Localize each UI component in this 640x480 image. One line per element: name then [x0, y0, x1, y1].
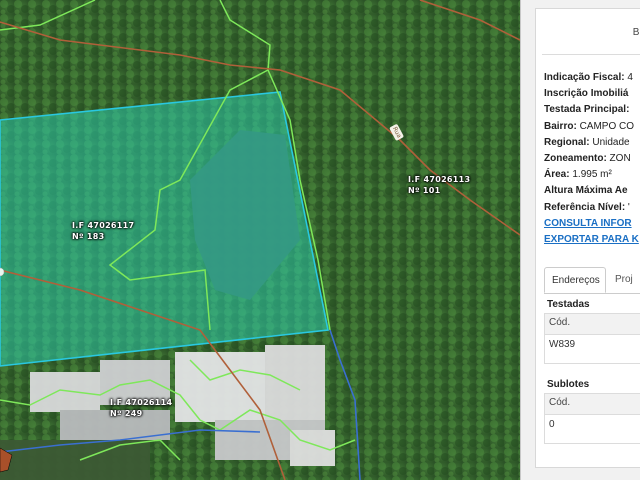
tab-enderecos[interactable]: Endereços: [544, 267, 606, 293]
lot-label-47026117: I.F 47026117 Nº 183: [72, 221, 135, 241]
field-inscricao-imobiliaria: Inscrição Imobiliá: [544, 88, 629, 100]
field-altura-maxima: Altura Máxima Ae: [544, 185, 628, 197]
testadas-section: Testadas Cód. W839: [544, 299, 640, 364]
panel-title: Bus: [632, 27, 640, 38]
field-zoneamento: Zoneamento: ZON: [544, 153, 631, 165]
sublotes-row[interactable]: 0: [545, 415, 640, 443]
testadas-row[interactable]: W839: [545, 335, 640, 363]
testadas-header-cod: Cód.: [545, 314, 640, 335]
sublotes-section: Sublotes Cód. 0: [544, 379, 640, 444]
lot-label-47026114: I.F 47026114 Nº 249: [110, 398, 173, 418]
title-divider: [542, 54, 640, 55]
consulta-informativa-link[interactable]: CONSULTA INFOR: [544, 216, 639, 232]
field-regional: Regional: Unidade: [544, 136, 630, 148]
sublotes-header-cod: Cód.: [545, 394, 640, 415]
lot-label-47026113: I.F 47026113 Nº 101: [408, 175, 471, 195]
field-area: Área: 1.995 m²: [544, 169, 612, 181]
tab-projetos[interactable]: Proj: [608, 267, 640, 293]
exportar-link[interactable]: EXPORTAR PARA K: [544, 232, 639, 248]
field-bairro: Bairro: CAMPO CO: [544, 120, 635, 132]
panel-tabs: Endereços Proj: [544, 267, 640, 294]
sublotes-table: Cód. 0: [544, 393, 640, 444]
field-testada-principal: Testada Principal:: [544, 104, 630, 116]
lot-info-list: Indicação Fiscal: 4 Inscrição Imobiliá T…: [544, 70, 639, 248]
testadas-table: Cód. W839: [544, 313, 640, 364]
sublotes-title: Sublotes: [547, 379, 590, 390]
testadas-title: Testadas: [547, 299, 590, 310]
info-panel-card: Bus Indicação Fiscal: 4 Inscrição Imobil…: [535, 8, 640, 468]
info-panel: Bus Indicação Fiscal: 4 Inscrição Imobil…: [520, 0, 640, 480]
map-view[interactable]: I.F 47026117 Nº 183 I.F 47026113 Nº 101 …: [0, 0, 520, 480]
field-referencia-nivel: Referência Nível: ': [544, 201, 630, 213]
field-indicacao-fiscal: Indicação Fiscal: 4: [544, 72, 633, 83]
selected-lot-polygon: [0, 91, 329, 367]
